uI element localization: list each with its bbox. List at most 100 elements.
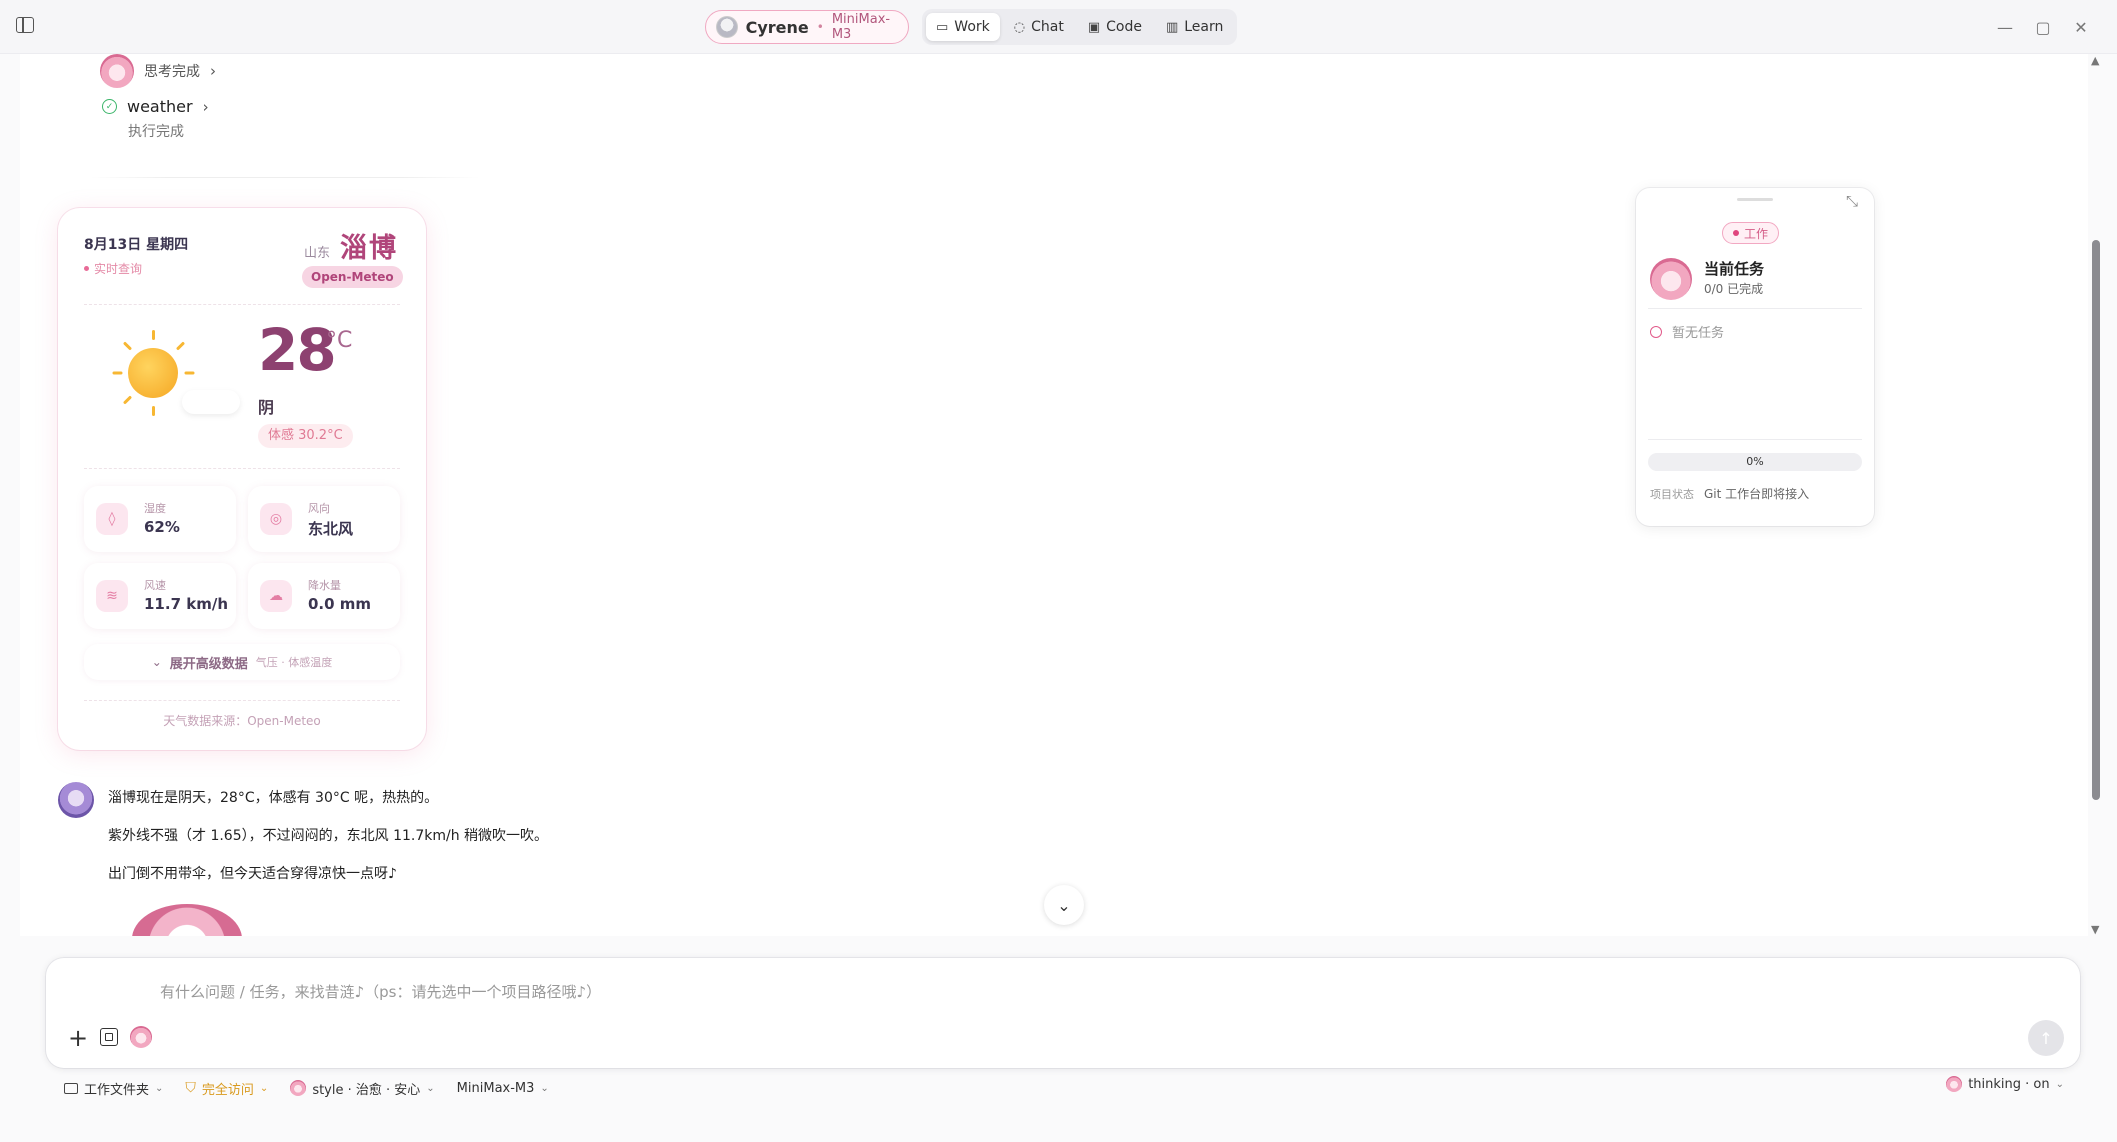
task-panel: ⤡ 工作 当前任务 0/0 已完成 暂无任务 0% 项目状态 Git 工作台即将… — [1636, 188, 1874, 526]
chevron-down-icon: ⌄ — [259, 1082, 269, 1094]
persona-face-icon — [290, 1080, 307, 1096]
model-dropdown[interactable]: MiniMax-M3 ⌄ — [457, 1081, 549, 1096]
model-label: MiniMax-M3 — [456, 1080, 535, 1096]
stat-value: 62% — [144, 518, 180, 536]
task-progress-text: 0/0 已完成 — [1704, 282, 1764, 296]
separator-dot: • — [816, 20, 824, 34]
source-badge: Open-Meteo — [302, 266, 403, 288]
task-progress-bar: 0% — [1648, 453, 1862, 471]
chevron-right-icon: › — [210, 62, 216, 80]
assistant-avatar — [100, 54, 134, 88]
tab-chat[interactable]: ◌ Chat — [1004, 13, 1074, 41]
thinking-dropdown[interactable]: thinking · on ⌄ — [1946, 1076, 2064, 1092]
sun-ray — [175, 341, 186, 351]
access-label: 完全访问 — [201, 1082, 254, 1098]
folder-label: 工作文件夹 — [84, 1082, 150, 1098]
persona-model-selector[interactable]: Cyrene • MiniMax-M3 — [705, 10, 909, 44]
tab-learn[interactable]: ▥ Learn — [1156, 13, 1233, 41]
title-bar: Cyrene • MiniMax-M3 ▭ Work ◌ Chat ▣ Code… — [0, 0, 2117, 54]
thinking-toggle[interactable]: 思考完成 › — [100, 54, 216, 88]
tab-label: Learn — [1184, 19, 1224, 35]
scroll-thumb[interactable] — [2092, 240, 2100, 800]
weather-condition: 阴 — [258, 398, 275, 417]
send-button[interactable]: ↑ — [2028, 1020, 2064, 1056]
sun-ray — [152, 406, 155, 416]
live-label: 实时查询 — [94, 262, 143, 276]
sun-icon — [128, 348, 178, 398]
scroll-up-arrow-icon[interactable]: ▲ — [2091, 54, 2099, 67]
divider — [84, 700, 400, 701]
access-level-dropdown[interactable]: ⛉ 完全访问 ⌄ — [185, 1079, 268, 1098]
mode-tabs: ▭ Work ◌ Chat ▣ Code ▥ Learn — [922, 9, 1238, 45]
chevron-down-icon: ⌄ — [155, 1082, 164, 1094]
shield-icon: ⛉ — [185, 1080, 196, 1096]
cloud-icon — [182, 390, 240, 414]
reply-line: 淄博现在是阴天，28°C，体感有 30°C 呢，热热的。 — [108, 790, 439, 806]
expand-advanced-button[interactable]: ⌄ 展开高级数据 气压 · 体感温度 — [84, 644, 400, 680]
expand-hint: 气压 · 体感温度 — [255, 656, 333, 669]
temperature-unit: °C — [326, 328, 353, 353]
chat-scrollbar[interactable]: ▲ ▼ — [2091, 54, 2101, 936]
screenshot-capture-icon[interactable] — [100, 1028, 118, 1046]
tab-work[interactable]: ▭ Work — [926, 13, 1000, 41]
project-status-label: 项目状态 — [1650, 488, 1694, 501]
code-icon: ▣ — [1087, 19, 1101, 35]
chevron-down-icon: ⌄ — [540, 1082, 549, 1094]
stat-value: 0.0 mm — [308, 595, 372, 613]
expand-label: 展开高级数据 — [169, 656, 248, 672]
tool-call-toggle[interactable]: ✓ weather › — [102, 97, 209, 116]
divider — [90, 177, 480, 178]
bottom-toolbar: 工作文件夹 ⌄ ⛉ 完全访问 ⌄ style · 治愈 · 安心 ⌄ MiniM… — [64, 1076, 2064, 1100]
stat-label: 风向 — [308, 502, 330, 515]
no-tasks-text: 暂无任务 — [1672, 326, 1725, 341]
stat-value: 东北风 — [308, 520, 354, 538]
tab-code[interactable]: ▣ Code — [1078, 13, 1152, 41]
weather-date: 8月13日 星期四 — [84, 237, 189, 253]
divider — [84, 468, 400, 469]
wind-icon: ≋ — [96, 580, 128, 612]
tool-name: weather — [127, 97, 193, 116]
divider — [1648, 308, 1862, 309]
progress-label: 0% — [1746, 455, 1764, 468]
maximize-button[interactable]: ▢ — [2030, 14, 2056, 40]
thinking-label: 思考完成 — [144, 64, 200, 80]
reply-line: 紫外线不强（才 1.65），不过闷闷的，东北风 11.7km/h 稍微吹一吹。 — [108, 828, 549, 844]
weather-city: 淄博 — [340, 233, 398, 264]
app-window: Cyrene • MiniMax-M3 ▭ Work ◌ Chat ▣ Code… — [0, 0, 2117, 1142]
assistant-avatar — [1650, 258, 1692, 300]
chat-bubble-icon: ◌ — [1013, 19, 1026, 35]
tab-label: Code — [1106, 19, 1142, 35]
chevron-right-icon: › — [202, 97, 209, 116]
persona-name: Cyrene — [745, 17, 809, 37]
style-dropdown[interactable]: style · 治愈 · 安心 ⌄ — [290, 1079, 435, 1098]
chevron-down-icon: ⌄ — [151, 655, 162, 669]
weather-source-footer: 天气数据来源：Open-Meteo — [163, 714, 321, 728]
sun-ray — [122, 395, 133, 405]
drag-handle[interactable] — [1737, 198, 1773, 201]
sun-ray — [112, 371, 123, 375]
collapse-icon[interactable]: ⤡ — [1846, 192, 1858, 210]
composer: + ↑ — [46, 958, 2080, 1068]
workspace-folder-dropdown[interactable]: 工作文件夹 ⌄ — [64, 1079, 163, 1098]
sidebar-toggle-icon[interactable] — [16, 17, 34, 33]
tab-label: Work — [954, 19, 990, 35]
scroll-to-bottom-button[interactable]: ⌄ — [1044, 885, 1084, 925]
live-dot-icon — [84, 266, 89, 271]
stat-label: 降水量 — [308, 579, 341, 592]
scroll-down-arrow-icon[interactable]: ▼ — [2091, 923, 2099, 936]
message-input[interactable] — [160, 980, 1960, 1004]
wind-direction-stat: ◎ 风向 东北风 — [248, 486, 400, 552]
sun-ray — [152, 330, 155, 340]
humidity-stat: ◊ 湿度 62% — [84, 486, 236, 552]
close-button[interactable]: ✕ — [2068, 14, 2094, 40]
reply-line: 出门倒不用带伞，但今天适合穿得凉快一点呀♪ — [108, 866, 397, 882]
assistant-avatar — [58, 782, 94, 818]
tab-label: Chat — [1031, 19, 1064, 35]
tool-status: 执行完成 — [128, 124, 184, 140]
badge-dot-icon — [1733, 230, 1739, 236]
sun-ray — [184, 371, 195, 375]
add-attachment-icon[interactable]: + — [68, 1026, 88, 1050]
minimize-button[interactable]: — — [1992, 14, 2018, 40]
persona-avatar-button[interactable] — [130, 1026, 152, 1048]
compass-icon: ◎ — [260, 503, 292, 535]
